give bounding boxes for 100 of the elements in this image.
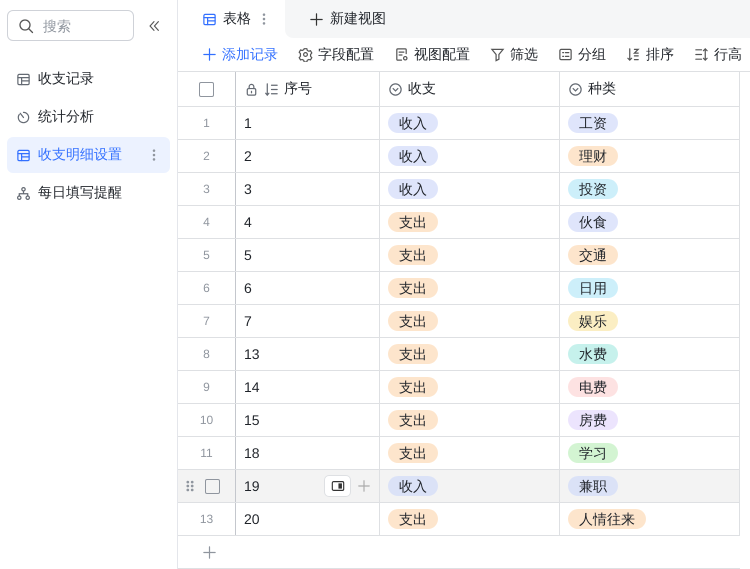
table-cell: 13 <box>244 346 260 362</box>
table-cell: 20 <box>244 511 260 527</box>
table-row[interactable]: 10 15 支出 房费 <box>178 404 740 437</box>
option-tag: 人情往来 <box>568 509 646 529</box>
row-number: 4 <box>203 215 210 229</box>
timer-icon <box>16 110 31 124</box>
hierarchy-icon <box>16 186 31 200</box>
expand-record-icon <box>330 479 344 493</box>
option-tag: 兼职 <box>568 476 618 496</box>
option-tag: 娱乐 <box>568 311 618 331</box>
plus-icon[interactable] <box>202 544 217 560</box>
row-number: 10 <box>200 413 214 427</box>
table-cell: 6 <box>244 280 252 296</box>
row-number: 8 <box>203 347 210 361</box>
dropdown-circle-icon <box>568 82 583 96</box>
sidebar-item[interactable]: 收支明细设置 <box>7 137 170 173</box>
table-cell: 14 <box>244 379 260 395</box>
number-list-icon <box>264 82 279 96</box>
table-row[interactable]: 7 7 支出 娱乐 <box>178 305 740 338</box>
option-tag: 水费 <box>568 344 618 364</box>
search-field[interactable]: 搜索 <box>7 10 134 41</box>
option-tag: 交通 <box>568 245 618 265</box>
row-number: 5 <box>203 248 210 262</box>
row-number: 11 <box>200 446 213 460</box>
option-tag: 支出 <box>388 443 438 463</box>
table-row[interactable]: 9 14 支出 电费 <box>178 371 740 404</box>
table-cell: 15 <box>244 412 260 428</box>
table-row[interactable]: 2 2 收入 理财 <box>178 140 740 173</box>
option-tag: 电费 <box>568 377 618 397</box>
option-tag: 支出 <box>388 410 438 430</box>
row-number: 7 <box>203 314 210 328</box>
option-tag: 支出 <box>388 509 438 529</box>
option-tag: 学习 <box>568 443 618 463</box>
table-row[interactable]: 8 13 支出 水费 <box>178 338 740 371</box>
toolbar-button[interactable]: 行高 <box>694 46 742 64</box>
toolbar-button[interactable]: 筛选 <box>490 46 538 64</box>
row-number: 3 <box>203 182 210 196</box>
list-icon <box>558 47 573 62</box>
column-header[interactable]: 序号 <box>236 72 380 106</box>
toolbar-button[interactable]: 添加记录 <box>202 46 278 64</box>
table-row[interactable]: 4 4 支出 伙食 <box>178 206 740 239</box>
row-number: 2 <box>203 149 210 163</box>
row-number: 13 <box>200 512 214 526</box>
table-row[interactable]: 6 6 支出 日用 <box>178 272 740 305</box>
option-tag: 支出 <box>388 344 438 364</box>
toolbar-button[interactable]: 视图配置 <box>394 46 470 64</box>
option-tag: 收入 <box>388 113 438 133</box>
plus-icon[interactable] <box>357 479 371 493</box>
option-tag: 支出 <box>388 212 438 232</box>
collapse-icon <box>147 18 161 32</box>
lock-icon <box>244 82 259 96</box>
toolbar-button[interactable]: 排序 <box>626 46 674 64</box>
table-cell: 5 <box>244 247 252 263</box>
search-icon <box>18 18 34 34</box>
view-tab[interactable]: 新建视图 <box>285 0 400 38</box>
option-tag: 理财 <box>568 146 618 166</box>
option-tag: 日用 <box>568 278 618 298</box>
option-tag: 投资 <box>568 179 618 199</box>
toolbar-button[interactable]: 分组 <box>558 46 606 64</box>
option-tag: 支出 <box>388 311 438 331</box>
row-number: 6 <box>203 281 210 295</box>
option-tag: 支出 <box>388 245 438 265</box>
table-cell: 2 <box>244 148 252 164</box>
table-row[interactable]: 3 3 收入 投资 <box>178 173 740 206</box>
table-cell: 1 <box>244 115 252 131</box>
option-tag: 收入 <box>388 179 438 199</box>
option-tag: 伙食 <box>568 212 618 232</box>
table-icon <box>16 148 31 162</box>
table-row[interactable]: 19 收入 兼职 <box>178 470 740 503</box>
expand-button[interactable] <box>324 475 351 497</box>
table-icon <box>16 72 31 86</box>
sort-icon <box>626 47 641 62</box>
table-icon <box>202 12 217 26</box>
dropdown-circle-icon <box>388 82 403 96</box>
table-cell: 7 <box>244 313 252 329</box>
option-tag: 支出 <box>388 278 438 298</box>
table-row[interactable]: 1 1 收入 工资 <box>178 107 740 140</box>
option-tag: 收入 <box>388 146 438 166</box>
sidebar-item[interactable]: 收支记录 <box>7 61 170 97</box>
table-row[interactable]: 5 5 支出 交通 <box>178 239 740 272</box>
option-tag: 支出 <box>388 377 438 397</box>
option-tag: 收入 <box>388 476 438 496</box>
checkbox[interactable] <box>199 82 214 96</box>
row-number: 1 <box>203 116 210 130</box>
plus-icon <box>309 12 324 26</box>
column-header[interactable]: 种类 <box>560 72 740 106</box>
toolbar-button[interactable]: 字段配置 <box>298 46 374 64</box>
checkbox[interactable] <box>205 478 220 494</box>
table-cell: 18 <box>244 445 260 461</box>
table-row[interactable]: 13 20 支出 人情往来 <box>178 503 740 536</box>
option-tag: 工资 <box>568 113 618 133</box>
plus-icon <box>202 47 217 62</box>
gear-icon <box>298 47 313 62</box>
table-cell: 3 <box>244 181 252 197</box>
column-header[interactable]: 收支 <box>380 72 560 106</box>
sidebar-item[interactable]: 每日填写提醒 <box>7 175 170 211</box>
row-number: 9 <box>203 380 210 394</box>
sidebar-item[interactable]: 统计分析 <box>7 99 170 135</box>
table-cell: 19 <box>244 478 260 494</box>
table-cell: 4 <box>244 214 252 230</box>
